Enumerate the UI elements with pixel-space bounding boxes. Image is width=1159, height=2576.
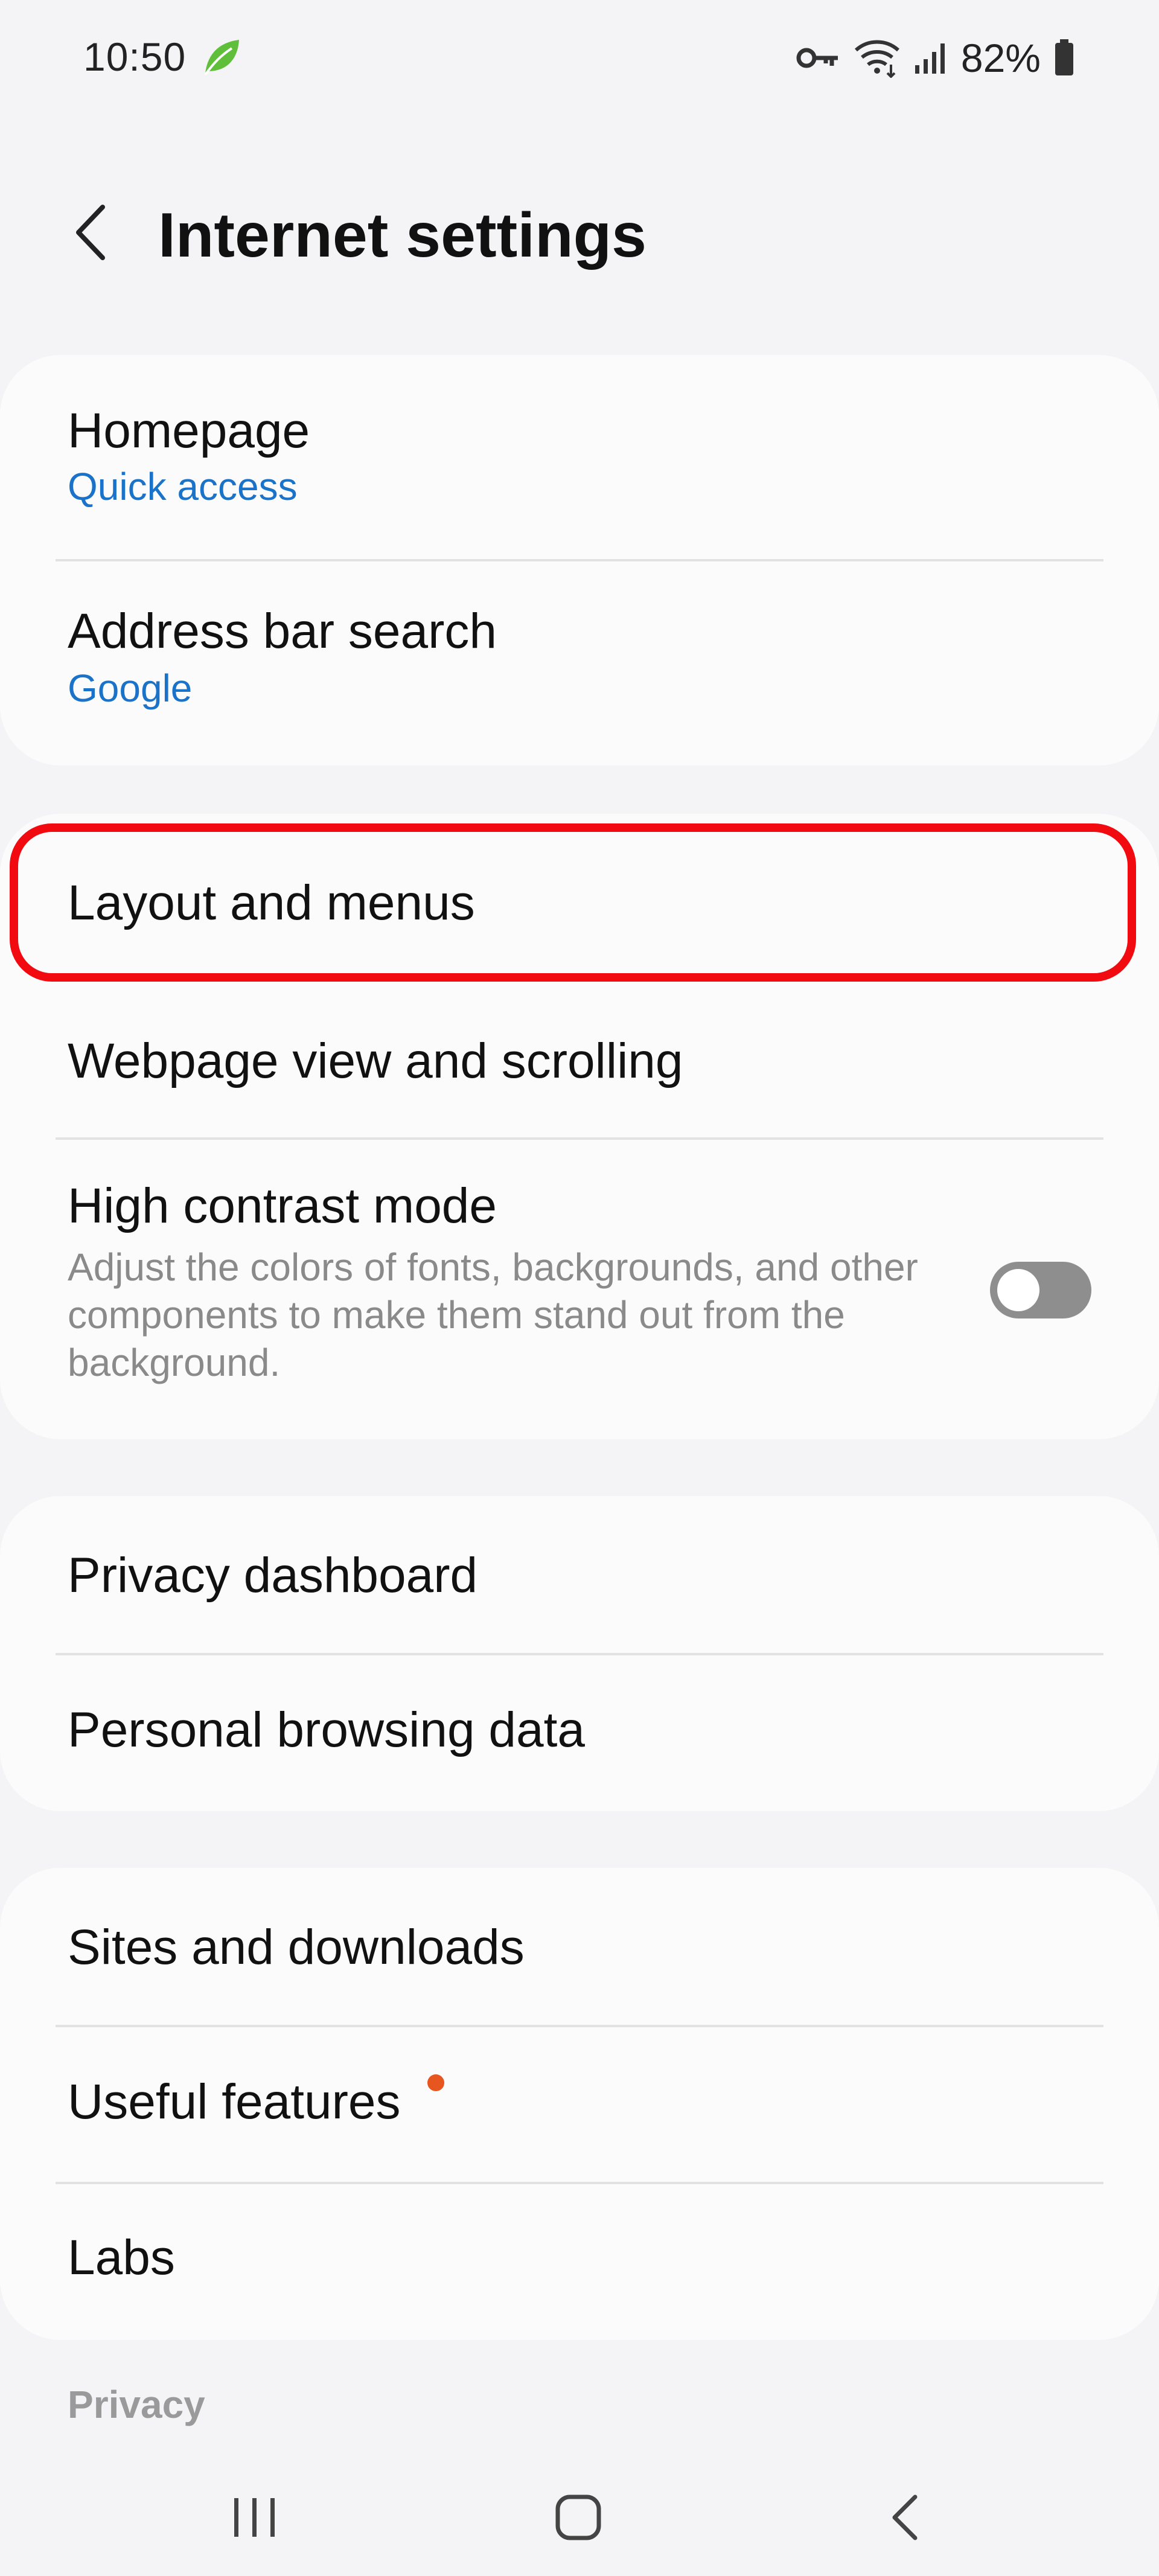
back-button[interactable]: [60, 199, 121, 266]
high-contrast-title: High contrast mode: [68, 1178, 497, 1233]
settings-group-general: Homepage Quick access Address bar search…: [0, 355, 1159, 765]
personal-browsing-data-item[interactable]: Personal browsing data: [0, 1655, 1159, 1811]
key-icon: [796, 48, 838, 68]
home-button[interactable]: [536, 2487, 621, 2548]
webpage-view-item[interactable]: Webpage view and scrolling: [0, 985, 1159, 1136]
navigation-bar: [0, 2463, 1159, 2576]
homepage-title: Homepage: [68, 403, 310, 458]
status-bar: 10:50 82%: [0, 0, 1159, 121]
leaf-icon: [204, 40, 239, 76]
high-contrast-item[interactable]: High contrast mode Adjust the colors of …: [0, 1140, 1159, 1439]
status-time: 10:50: [83, 34, 187, 79]
homepage-value: Quick access: [68, 465, 298, 508]
section-label-privacy: Privacy: [68, 2383, 205, 2426]
high-contrast-description: Adjust the colors of fonts, backgrounds,…: [68, 1245, 918, 1384]
personal-browsing-data-title: Personal browsing data: [68, 1702, 585, 1757]
recent-apps-button[interactable]: [212, 2487, 297, 2548]
internet-settings-screen: 10:50 82% Internet settings Homepage Qui…: [0, 0, 1159, 2576]
home-icon: [555, 2495, 601, 2540]
signal-icon: [915, 43, 945, 74]
nav-back-button[interactable]: [863, 2487, 948, 2548]
sites-and-downloads-item[interactable]: Sites and downloads: [0, 1868, 1159, 2026]
battery-icon: [1055, 39, 1073, 75]
address-bar-search-title: Address bar search: [68, 604, 497, 659]
useful-features-item[interactable]: Useful features: [0, 2027, 1159, 2183]
settings-group-features: Sites and downloads Useful features Labs: [0, 1868, 1159, 2340]
wifi-icon: [854, 40, 899, 78]
highlight-box: [10, 823, 1136, 982]
status-icons: 82%: [796, 34, 1074, 82]
app-header: Internet settings: [0, 181, 1159, 290]
labs-item[interactable]: Labs: [0, 2184, 1159, 2340]
chevron-left-icon: [76, 205, 105, 260]
sites-and-downloads-title: Sites and downloads: [68, 1920, 525, 1975]
useful-features-title: Useful features: [68, 2074, 401, 2129]
new-badge-dot: [427, 2074, 444, 2091]
privacy-dashboard-item[interactable]: Privacy dashboard: [0, 1496, 1159, 1654]
address-bar-search-item[interactable]: Address bar search Google: [0, 561, 1159, 765]
page-title: Internet settings: [158, 200, 647, 270]
webpage-view-title: Webpage view and scrolling: [68, 1034, 683, 1088]
address-bar-search-value: Google: [68, 666, 193, 710]
battery-percentage: 82%: [960, 36, 1041, 80]
privacy-dashboard-title: Privacy dashboard: [68, 1548, 478, 1603]
labs-title: Labs: [68, 2230, 175, 2285]
homepage-item[interactable]: Homepage Quick access: [0, 355, 1159, 560]
back-icon: [892, 2495, 918, 2540]
toggle-knob: [997, 1269, 1039, 1311]
settings-group-privacy: Privacy dashboard Personal browsing data: [0, 1496, 1159, 1811]
high-contrast-toggle[interactable]: [990, 1262, 1091, 1318]
recent-apps-icon: [234, 2498, 275, 2537]
